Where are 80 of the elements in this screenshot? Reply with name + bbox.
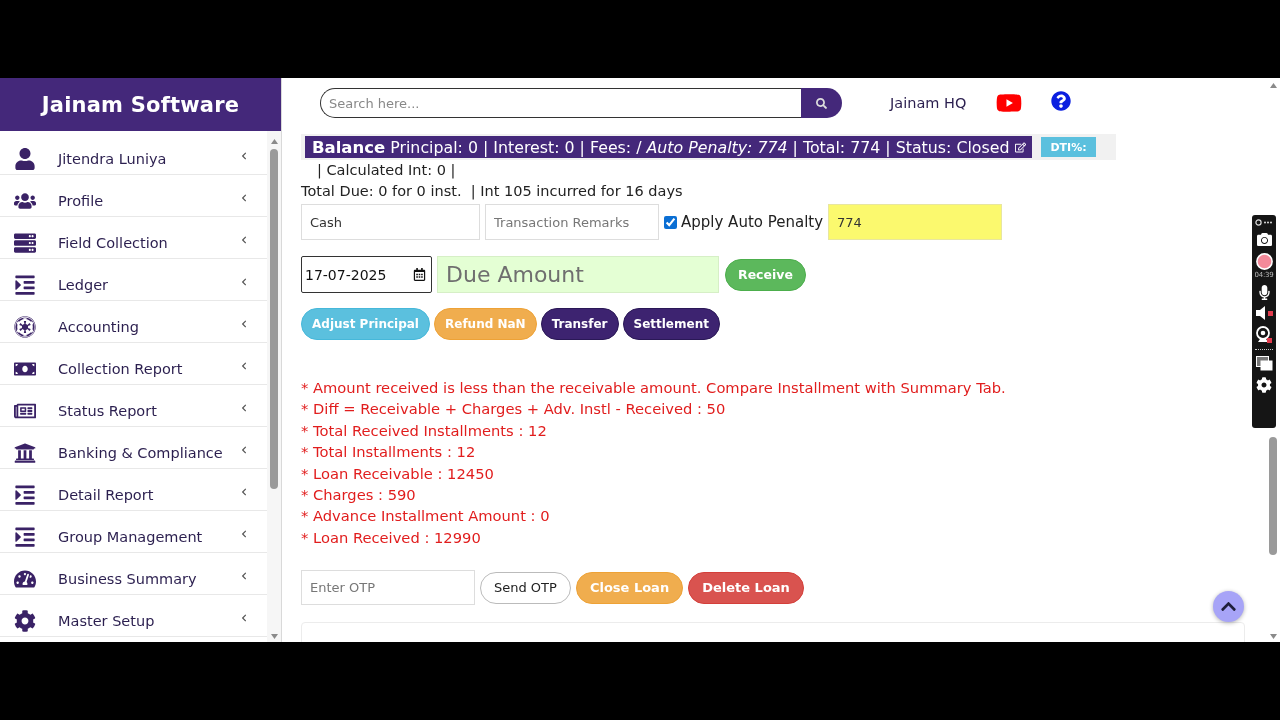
total-due: Total Due: 0 for 0 inst. | Int 105 incurred for 16 days — [301, 182, 683, 202]
chevron-left-icon — [240, 529, 248, 538]
user-icon — [14, 147, 36, 170]
action-button[interactable]: Transfer — [540, 308, 619, 340]
indent-icon — [14, 525, 36, 548]
warning-message: * Total Received Installments : 12 — [301, 420, 547, 441]
scroll-top-button[interactable] — [1213, 591, 1244, 622]
action-button[interactable]: Settlement — [622, 308, 720, 340]
chevron-left-icon — [240, 613, 248, 622]
sidebar-item[interactable]: Detail Report — [0, 469, 267, 511]
warning-message: * Loan Received : 12990 — [301, 527, 481, 548]
scroll-up-icon[interactable] — [270, 139, 278, 144]
warning-message: * Total Installments : 12 — [301, 442, 476, 463]
chevron-left-icon — [240, 193, 248, 202]
sidebar-item[interactable]: Profile — [0, 175, 267, 217]
windows-icon[interactable] — [1255, 356, 1273, 371]
indent-icon — [14, 483, 36, 506]
scrollbar-track[interactable] — [267, 131, 281, 642]
more-icon[interactable] — [1255, 219, 1273, 226]
chevron-left-icon — [240, 445, 248, 454]
sidebar-item[interactable]: Jitendra Luniya — [0, 133, 267, 175]
app-title: Jainam Software — [41, 92, 240, 117]
chevron-left-icon — [240, 487, 248, 496]
chevron-left-icon — [240, 319, 248, 328]
warning-message: * Loan Receivable : 12450 — [301, 463, 494, 484]
search-button[interactable] — [801, 88, 842, 118]
warning-message: * Diff = Receivable + Charges + Adv. Instl - Received : 50 — [301, 399, 726, 420]
sidebar-item[interactable]: Ledger — [0, 259, 267, 301]
microphone-icon[interactable] — [1256, 285, 1272, 300]
payment-mode-field[interactable]: Cash — [301, 204, 480, 240]
warning-message: * Amount received is less than the receivable amount. Compare Installment with Summary Tab. — [301, 378, 1006, 398]
help-icon[interactable] — [1051, 91, 1072, 111]
sidebar-item[interactable]: Accounting — [0, 301, 267, 343]
sidebar-item[interactable]: Group Management — [0, 511, 267, 553]
warning-message: * Charges : 590 — [301, 485, 416, 506]
penalty-amount-field[interactable]: 774 — [828, 204, 1003, 240]
amount-field[interactable]: Due Amount — [437, 256, 719, 293]
scroll-up-icon[interactable] — [1269, 83, 1277, 88]
sidebar-item[interactable]: Business Summary — [0, 553, 267, 595]
chevron-left-icon — [240, 151, 248, 160]
chevron-left-icon — [240, 361, 248, 370]
stacked-bars-icon — [14, 231, 36, 254]
settings-icon — [14, 609, 36, 632]
sidebar-item[interactable]: Master Setup — [0, 595, 267, 637]
chevron-left-icon — [240, 277, 248, 286]
sidebar-item[interactable]: Field Collection — [0, 217, 267, 259]
chevron-left-icon — [240, 403, 248, 412]
scrollbar-thumb[interactable] — [1269, 437, 1277, 555]
sidebar-item[interactable]: Status Report — [0, 385, 267, 427]
balance-summary: Balance Principal: 0 | Interest: 0 | Fees: / Auto Penalty: 774 | Total: 774 | Status: Closed — [312, 137, 1010, 157]
remarks-field[interactable]: Transaction Remarks — [485, 204, 659, 240]
sidebar-item[interactable]: Collection Report — [0, 343, 267, 385]
edit-icon[interactable] — [1015, 141, 1027, 153]
bank-icon — [14, 441, 36, 464]
dti-badge: DTI%: — [1041, 137, 1096, 157]
loan-action-button[interactable]: Delete Loan — [688, 571, 804, 604]
speaker-icon[interactable] — [1255, 306, 1273, 320]
sidebar-item[interactable]: Banking & Compliance — [0, 427, 267, 469]
calendar-icon[interactable] — [413, 268, 426, 281]
scroll-down-icon[interactable] — [1269, 634, 1277, 639]
settings-icon[interactable] — [1256, 377, 1272, 393]
chevron-left-icon — [240, 235, 248, 244]
calculated-interest: | Calculated Int: 0 | — [317, 161, 456, 181]
webcam-icon[interactable] — [1256, 326, 1272, 343]
record-icon[interactable] — [1255, 253, 1273, 270]
checkbox-label[interactable]: Apply Auto Penalty — [681, 213, 824, 231]
indent-icon — [14, 273, 36, 296]
branch-name: Jainam HQ — [890, 95, 967, 111]
chevron-left-icon — [240, 571, 248, 580]
search-icon — [816, 97, 827, 109]
warning-message: * Advance Installment Amount : 0 — [301, 506, 550, 527]
scroll-down-icon[interactable] — [270, 634, 278, 639]
otp-field[interactable]: Enter OTP — [301, 570, 475, 606]
checkbox[interactable] — [664, 215, 677, 229]
camera-icon[interactable] — [1256, 232, 1272, 247]
loan-action-button[interactable]: Send OTP — [480, 571, 571, 604]
emblem-icon — [14, 315, 36, 338]
search-field[interactable]: Search here... — [320, 88, 801, 118]
date-field[interactable]: 17-07-2025 — [301, 256, 432, 293]
scrollbar-thumb[interactable] — [270, 149, 278, 489]
